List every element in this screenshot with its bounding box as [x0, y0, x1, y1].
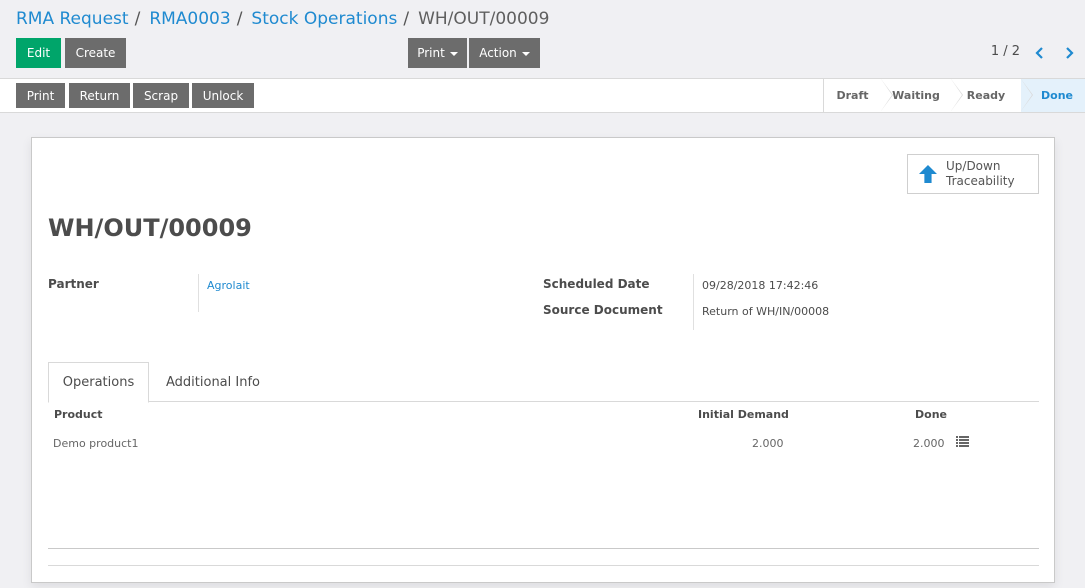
stage-label: Ready: [966, 89, 1006, 102]
tab-additional-info[interactable]: Additional Info: [156, 362, 270, 402]
stage-label: Done: [1041, 89, 1073, 102]
table-bottom-divider: [48, 565, 1039, 566]
pager-value[interactable]: 1 / 2: [991, 44, 1020, 59]
row-done: 2.000: [913, 437, 945, 450]
breadcrumb-separator: /: [403, 9, 410, 29]
column-header-done[interactable]: Done: [915, 408, 947, 421]
breadcrumb-rma-record[interactable]: RMA0003: [149, 9, 230, 29]
arrow-up-icon: [918, 164, 937, 183]
partner-field[interactable]: Agrolait: [207, 279, 250, 292]
traceability-button[interactable]: Up/Down Traceability: [907, 154, 1039, 194]
print-dropdown[interactable]: Print: [408, 38, 467, 68]
status-bar: Print Return Scrap Unlock Draft Waiting …: [0, 79, 1085, 113]
print-dropdown-label: Print: [417, 46, 445, 60]
record-title: WH/OUT/00009: [48, 214, 252, 242]
partner-link[interactable]: Agrolait: [207, 279, 250, 292]
control-panel: RMA Request / RMA0003 / Stock Operations…: [0, 0, 1085, 79]
divider: [693, 274, 694, 330]
scrap-button[interactable]: Scrap: [133, 83, 189, 108]
breadcrumb-separator: /: [134, 9, 141, 29]
print-button[interactable]: Print: [16, 83, 65, 108]
source-document-field[interactable]: Return of WH/IN/00008: [702, 305, 829, 318]
unlock-button[interactable]: Unlock: [192, 83, 254, 108]
notebook-tabs: Operations Additional Info: [48, 362, 1039, 403]
chevron-right-icon: [1066, 47, 1074, 59]
chevron-left-icon: [1035, 47, 1043, 59]
caret-down-icon: [521, 52, 530, 56]
traceability-label-line2: Traceability: [946, 174, 1015, 188]
tab-operations[interactable]: Operations: [48, 362, 149, 403]
stage-label: Draft: [836, 89, 869, 102]
breadcrumb: RMA Request / RMA0003 / Stock Operations…: [16, 9, 549, 29]
column-header-product[interactable]: Product: [54, 408, 103, 421]
column-header-initial-demand[interactable]: Initial Demand: [698, 408, 789, 421]
edit-button[interactable]: Edit: [16, 38, 61, 68]
table-footer-divider: [48, 548, 1039, 549]
action-dropdown-label: Action: [479, 46, 517, 60]
row-initial-demand: 2.000: [752, 437, 784, 450]
stage-draft[interactable]: Draft: [824, 79, 893, 112]
stage-pipeline: Draft Waiting Ready Done: [823, 79, 1085, 112]
return-button[interactable]: Return: [69, 83, 130, 108]
breadcrumb-current: WH/OUT/00009: [418, 9, 550, 29]
form-sheet: Up/Down Traceability WH/OUT/00009 Partne…: [31, 137, 1055, 583]
stage-label: Waiting: [892, 89, 940, 102]
source-document-label: Source Document: [543, 303, 663, 317]
partner-label: Partner: [48, 277, 99, 291]
scheduled-date-field[interactable]: 09/28/2018 17:42:46: [702, 279, 818, 292]
divider: [198, 274, 199, 312]
action-dropdown[interactable]: Action: [469, 38, 540, 68]
list-details-icon[interactable]: [956, 436, 969, 447]
breadcrumb-stock-operations[interactable]: Stock Operations: [251, 9, 397, 29]
caret-down-icon: [449, 52, 458, 56]
scheduled-date-label: Scheduled Date: [543, 277, 650, 291]
breadcrumb-separator: /: [236, 9, 243, 29]
traceability-label-line1: Up/Down: [946, 159, 1001, 173]
breadcrumb-rma-request[interactable]: RMA Request: [16, 9, 129, 29]
row-product: Demo product1: [53, 437, 139, 450]
create-button[interactable]: Create: [65, 38, 126, 68]
traceability-label: Up/Down Traceability: [946, 159, 1015, 189]
pager-previous-button[interactable]: [1033, 44, 1047, 62]
pager-next-button[interactable]: [1062, 44, 1076, 62]
